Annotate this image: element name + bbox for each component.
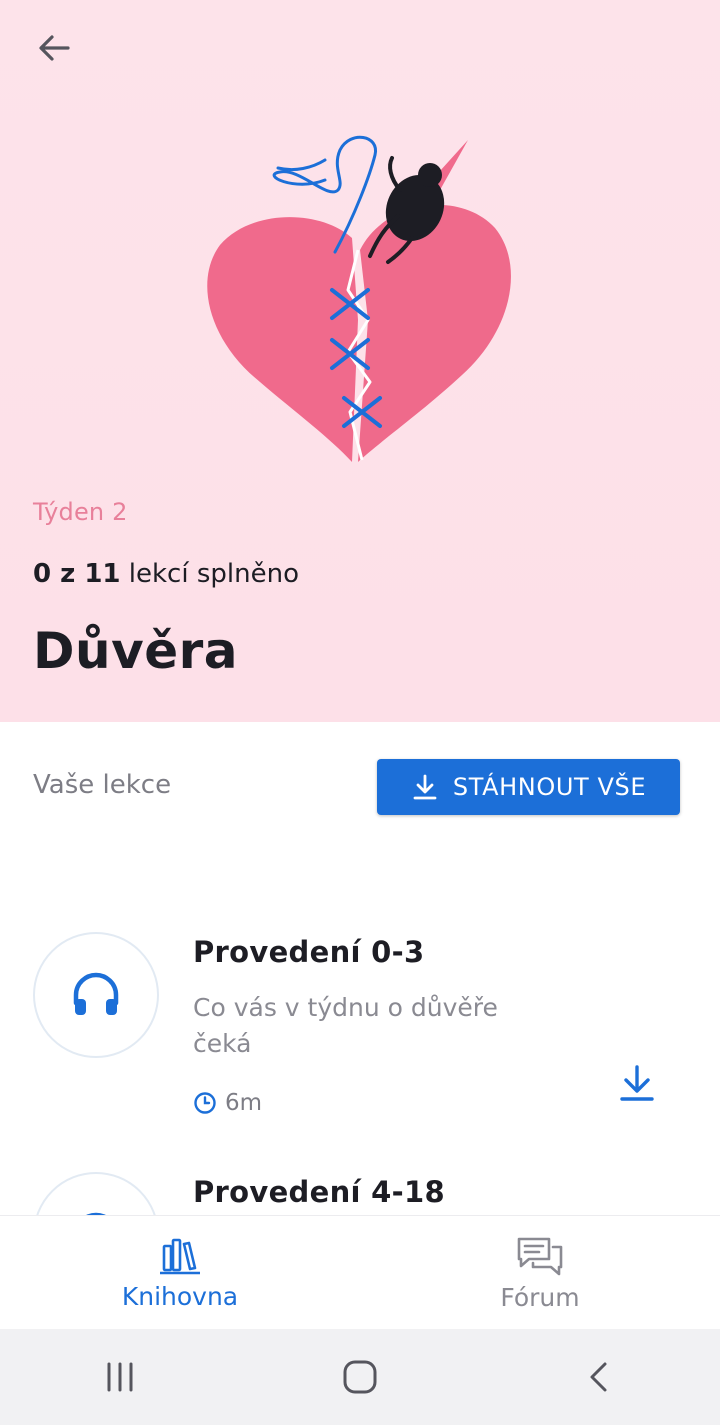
lesson-progress: 0 z 11 lekcí splněno — [33, 559, 299, 589]
chevron-left-icon — [590, 1362, 607, 1392]
recent-apps-button[interactable] — [60, 1329, 180, 1425]
recent-apps-icon — [107, 1362, 133, 1392]
back-button[interactable] — [24, 20, 84, 76]
lesson-title: Provedení 0-3 — [193, 935, 425, 969]
progress-count: 0 z 11 — [33, 559, 121, 589]
forum-icon — [517, 1237, 563, 1275]
lesson-icon-circle — [33, 932, 159, 1058]
nav-label-library: Knihovna — [121, 1281, 239, 1311]
course-title: Důvěra — [33, 622, 239, 680]
download-icon — [620, 1065, 654, 1101]
bottom-navigation: Knihovna Fórum — [0, 1215, 720, 1329]
download-icon — [413, 774, 437, 800]
week-label: Týden 2 — [33, 498, 128, 526]
arrow-left-icon — [39, 35, 70, 61]
nav-item-forum[interactable]: Fórum — [360, 1216, 720, 1330]
home-button[interactable] — [300, 1329, 420, 1425]
home-icon — [343, 1360, 377, 1394]
lessons-section-label: Vaše lekce — [33, 770, 172, 800]
progress-suffix: lekcí splněno — [128, 559, 299, 589]
lesson-duration: 6m — [193, 1090, 262, 1116]
screen: Týden 2 0 z 11 lekcí splněno Důvěra Vaše… — [0, 0, 720, 1425]
nav-item-library[interactable]: Knihovna — [0, 1216, 360, 1330]
lesson-description: Co vás v týdnu o důvěře čeká — [193, 993, 498, 1058]
library-icon — [160, 1238, 200, 1274]
lesson-item[interactable]: Provedení 0-3 Co vás v týdnu o důvěře če… — [0, 932, 720, 1162]
nav-label-forum: Fórum — [500, 1282, 580, 1312]
lesson-download-button[interactable] — [612, 1058, 662, 1108]
lesson-duration-text: 6m — [225, 1090, 263, 1116]
download-all-label: STÁHNOUT VŠE — [452, 773, 647, 801]
system-navigation-bar — [0, 1329, 720, 1425]
heart-illustration — [207, 135, 511, 462]
system-back-button[interactable] — [540, 1329, 660, 1425]
download-all-button[interactable]: STÁHNOUT VŠE — [377, 759, 680, 815]
clock-icon — [194, 1092, 216, 1114]
course-header: Týden 2 0 z 11 lekcí splněno Důvěra — [0, 0, 720, 722]
lesson-title: Provedení 4-18 — [193, 1175, 445, 1209]
headphones-icon — [73, 972, 119, 1015]
